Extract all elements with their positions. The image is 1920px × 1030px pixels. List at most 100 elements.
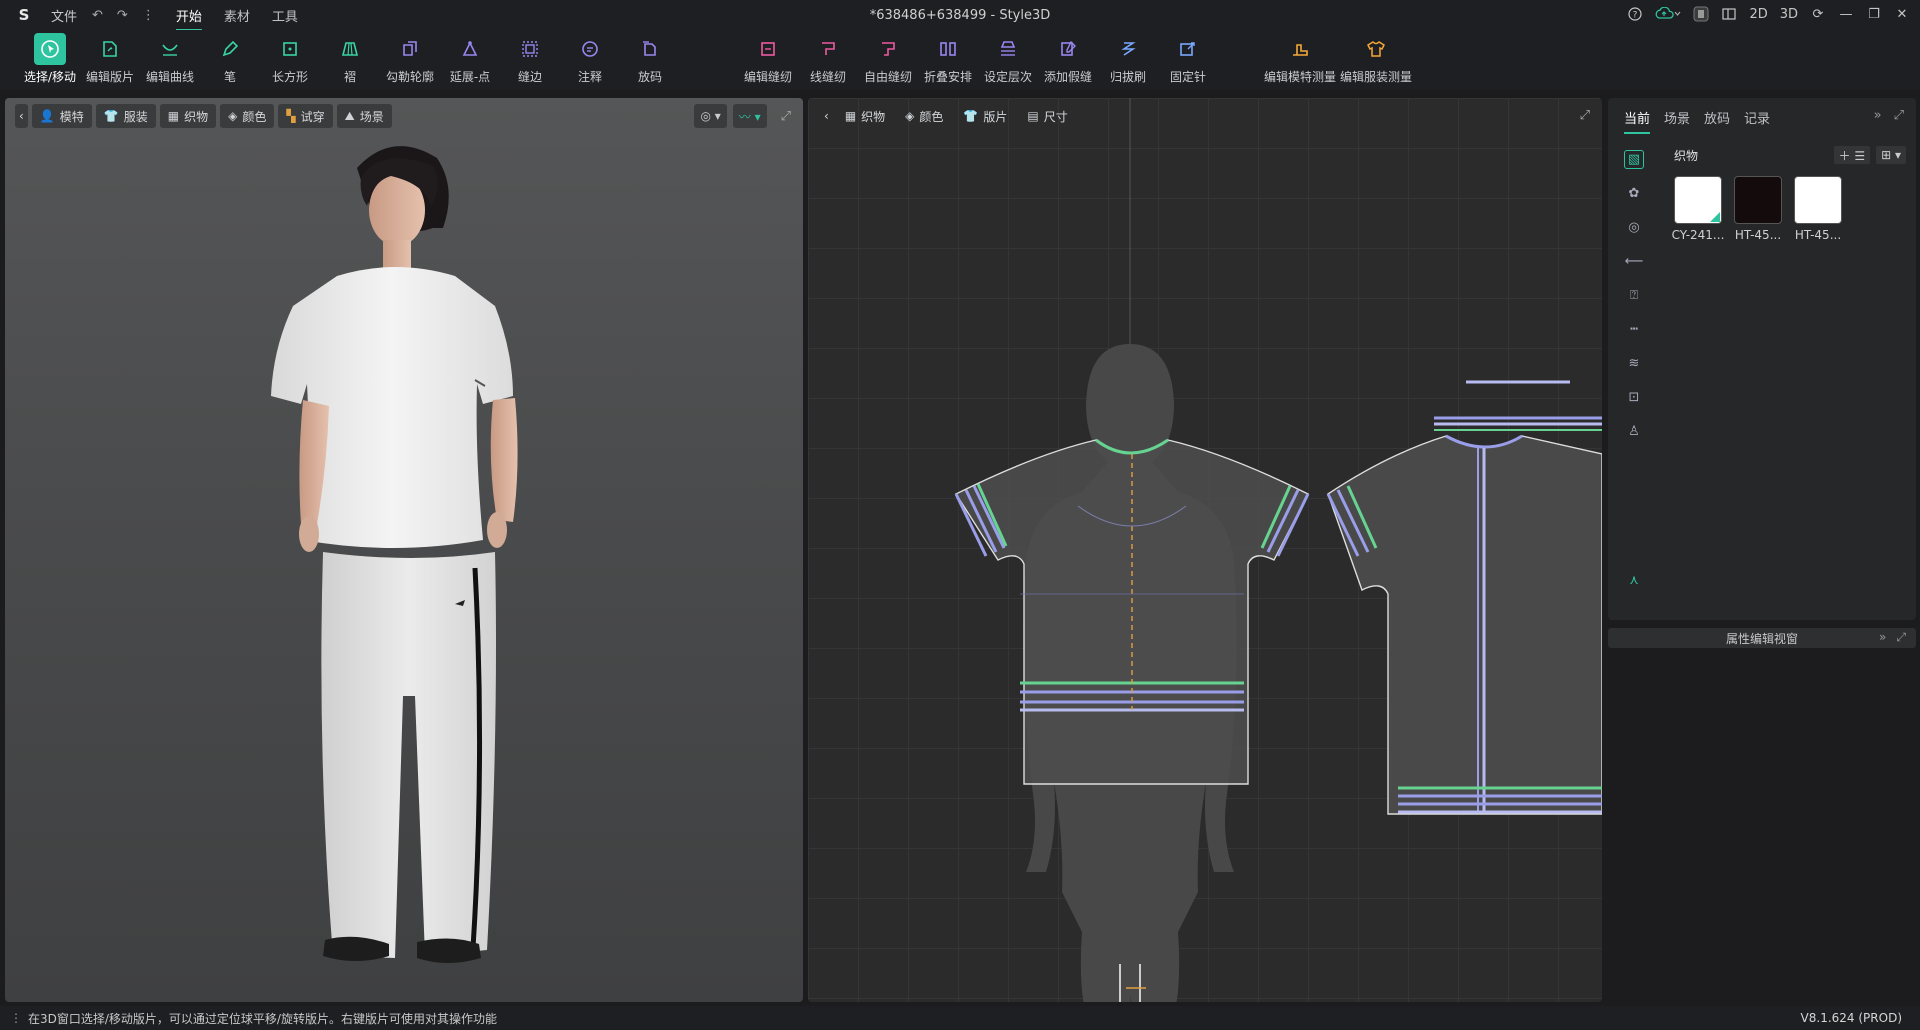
trace-outline-icon	[394, 33, 426, 65]
hierarchy-icon[interactable]: ⋏	[1624, 571, 1644, 590]
status-bar: ⋮ 在3D窗口选择/移动版片，可以通过定位球平移/旋转版片。右键版片可使用对其操…	[0, 1006, 1920, 1030]
tab-current[interactable]: 当前	[1624, 108, 1651, 134]
fold-arrange-icon	[932, 33, 964, 65]
tool-edit-sewing[interactable]: 编辑缝纫	[738, 30, 798, 86]
tool-pen[interactable]: 笔	[200, 30, 260, 86]
tool-shrink-brush[interactable]: 归拔刷	[1098, 30, 1158, 86]
wavy-stitch-category-icon[interactable]: ≋	[1624, 354, 1644, 373]
3d-viewport[interactable]: ‹ 👤 模特 👕 服装 ▦ 织物 ◈ 颜色 ▚ 试穿 ⛰ 场景 ◎ ▾ 〰 ▾ ⤢	[5, 98, 803, 1002]
avatar-measure-icon	[1284, 33, 1316, 65]
collapse-panel-icon[interactable]: »	[1874, 108, 1882, 123]
category-sidebar: ▧ ✿ ◎ ⟵ ⍰ ┅ ≋ ⊡ ♙ ⋏	[1622, 150, 1646, 590]
tool-label: 自由缝纫	[863, 70, 912, 84]
2d-pattern-viewport[interactable]: ‹ ▦ 织物 ◈ 颜色 👕 版片 ▤ 尺寸 ⤢	[808, 98, 1602, 1002]
fabric-swatch[interactable]: CY-241...	[1672, 176, 1724, 242]
tool-fold-arrange[interactable]: 折叠安排	[918, 30, 978, 86]
applied-check-icon	[1710, 212, 1720, 222]
tool-rectangle[interactable]: 长方形	[260, 30, 320, 86]
tool-line-sewing[interactable]: 线缝纫	[798, 30, 858, 86]
edit-curve-icon	[154, 33, 186, 65]
restore-icon[interactable]: ❐	[1866, 4, 1882, 24]
tool-select-move[interactable]: 选择/移动	[20, 30, 80, 86]
tool-label: 褶	[343, 70, 356, 84]
tool-label: 编辑曲线	[145, 70, 194, 84]
tool-grading[interactable]: 放码	[620, 30, 680, 86]
more-menu-icon[interactable]: ⋮	[139, 8, 158, 23]
tab-materials[interactable]: 素材	[220, 2, 254, 29]
tool-edit-pattern[interactable]: 编辑版片	[80, 30, 140, 86]
set-layer-icon	[992, 33, 1024, 65]
tool-label: 延展-点	[449, 70, 491, 84]
view-2d-button[interactable]: 2D	[1749, 4, 1767, 24]
status-menu-icon[interactable]: ⋮	[10, 1011, 22, 1025]
buttonhole-category-icon[interactable]: ⟵	[1624, 252, 1644, 271]
tool-edit-curve[interactable]: 编辑曲线	[140, 30, 200, 86]
tool-set-layer[interactable]: 设定层次	[978, 30, 1038, 86]
refresh-icon[interactable]: ⟳	[1810, 4, 1826, 24]
tool-garment-measure[interactable]: 编辑服装测量	[1338, 30, 1414, 86]
minimize-icon[interactable]: —	[1838, 4, 1854, 24]
edit-pattern-icon	[94, 33, 126, 65]
add-fabric-button[interactable]: ＋ ☰	[1833, 146, 1871, 164]
cloud-upload-icon[interactable]	[1655, 4, 1681, 24]
expand-property-icon[interactable]: ⤢	[1896, 630, 1906, 645]
fabric-thumbnail	[1674, 176, 1722, 224]
svg-text:?: ?	[1633, 11, 1638, 21]
tool-pin[interactable]: 固定针	[1158, 30, 1218, 86]
tool-label: 线缝纫	[809, 70, 846, 84]
zipper-category-icon[interactable]: ⍰	[1624, 286, 1644, 305]
topstitch-category-icon[interactable]: ┅	[1624, 320, 1644, 339]
pattern-pieces[interactable]	[808, 98, 1602, 1002]
status-message: 在3D窗口选择/移动版片，可以通过定位球平移/旋转版片。右键版片可使用对其操作功…	[28, 1011, 497, 1026]
collapse-property-icon[interactable]: »	[1879, 630, 1886, 645]
extend-point-icon	[454, 33, 486, 65]
menu-file[interactable]: 文件	[47, 6, 81, 25]
fabric-name: HT-45...	[1734, 228, 1782, 242]
grading-icon	[634, 33, 666, 65]
trim-category-icon[interactable]: ⊡	[1624, 388, 1644, 407]
tool-label: 添加假缝	[1043, 70, 1092, 84]
fabric-section-header: 织物 ＋ ☰ ⊞ ▾	[1674, 146, 1906, 164]
tab-grading[interactable]: 放码	[1704, 108, 1730, 134]
property-editor-header[interactable]: 属性编辑视窗 » ⤢	[1608, 628, 1916, 648]
tool-avatar-measure[interactable]: 编辑模特测量	[1262, 30, 1338, 86]
tool-trace-outline[interactable]: 勾勒轮廓	[380, 30, 440, 86]
graphic-category-icon[interactable]: ✿	[1624, 184, 1644, 203]
button-category-icon[interactable]: ◎	[1624, 218, 1644, 237]
tab-tools[interactable]: 工具	[268, 2, 302, 29]
tool-extend-point[interactable]: 延展-点	[440, 30, 500, 86]
fabric-swatch[interactable]: HT-45...	[1734, 176, 1782, 242]
view-3d-button[interactable]: 3D	[1780, 4, 1798, 24]
tool-seam-allowance[interactable]: 缝边	[500, 30, 560, 86]
close-icon[interactable]: ✕	[1894, 4, 1910, 24]
tool-label: 选择/移动	[23, 70, 77, 84]
garment-measure-icon	[1360, 33, 1392, 65]
tool-add-tack[interactable]: 添加假缝	[1038, 30, 1098, 86]
fabric-category-icon[interactable]: ▧	[1624, 150, 1644, 169]
avatar-model[interactable]	[5, 98, 803, 1002]
fabric-thumbnail	[1794, 176, 1842, 224]
expand-panel-icon[interactable]: ⤢	[1894, 108, 1904, 123]
tab-history[interactable]: 记录	[1744, 108, 1770, 134]
undo-icon[interactable]: ↶	[89, 8, 106, 23]
tool-pleat[interactable]: 褶	[320, 30, 380, 86]
tab-start[interactable]: 开始	[172, 2, 206, 31]
style3d-logo-icon[interactable]: S	[13, 4, 35, 26]
help-icon[interactable]: ?	[1627, 4, 1643, 24]
fabric-thumbnail	[1734, 176, 1782, 224]
fabric-swatch[interactable]: HT-45...	[1794, 176, 1842, 242]
tab-scene[interactable]: 场景	[1664, 108, 1690, 134]
shrink-brush-icon	[1112, 33, 1144, 65]
avatar-category-icon[interactable]: ♙	[1624, 422, 1644, 441]
redo-icon[interactable]: ↷	[114, 8, 131, 23]
fabric-section-title: 织物	[1674, 148, 1699, 163]
user-badge-icon[interactable]	[1693, 4, 1709, 24]
layout-split-icon[interactable]	[1721, 4, 1737, 24]
tool-annotation[interactable]: 注释	[560, 30, 620, 86]
title-bar: S 文件 ↶ ↷ ⋮ 开始 素材 工具 *638486+638499 - Sty…	[0, 0, 1920, 31]
tool-label: 勾勒轮廓	[385, 70, 434, 84]
tool-label: 编辑版片	[85, 70, 134, 84]
view-mode-dropdown[interactable]: ⊞ ▾	[1876, 146, 1906, 164]
tool-free-sewing[interactable]: 自由缝纫	[858, 30, 918, 86]
pen-icon	[214, 33, 246, 65]
